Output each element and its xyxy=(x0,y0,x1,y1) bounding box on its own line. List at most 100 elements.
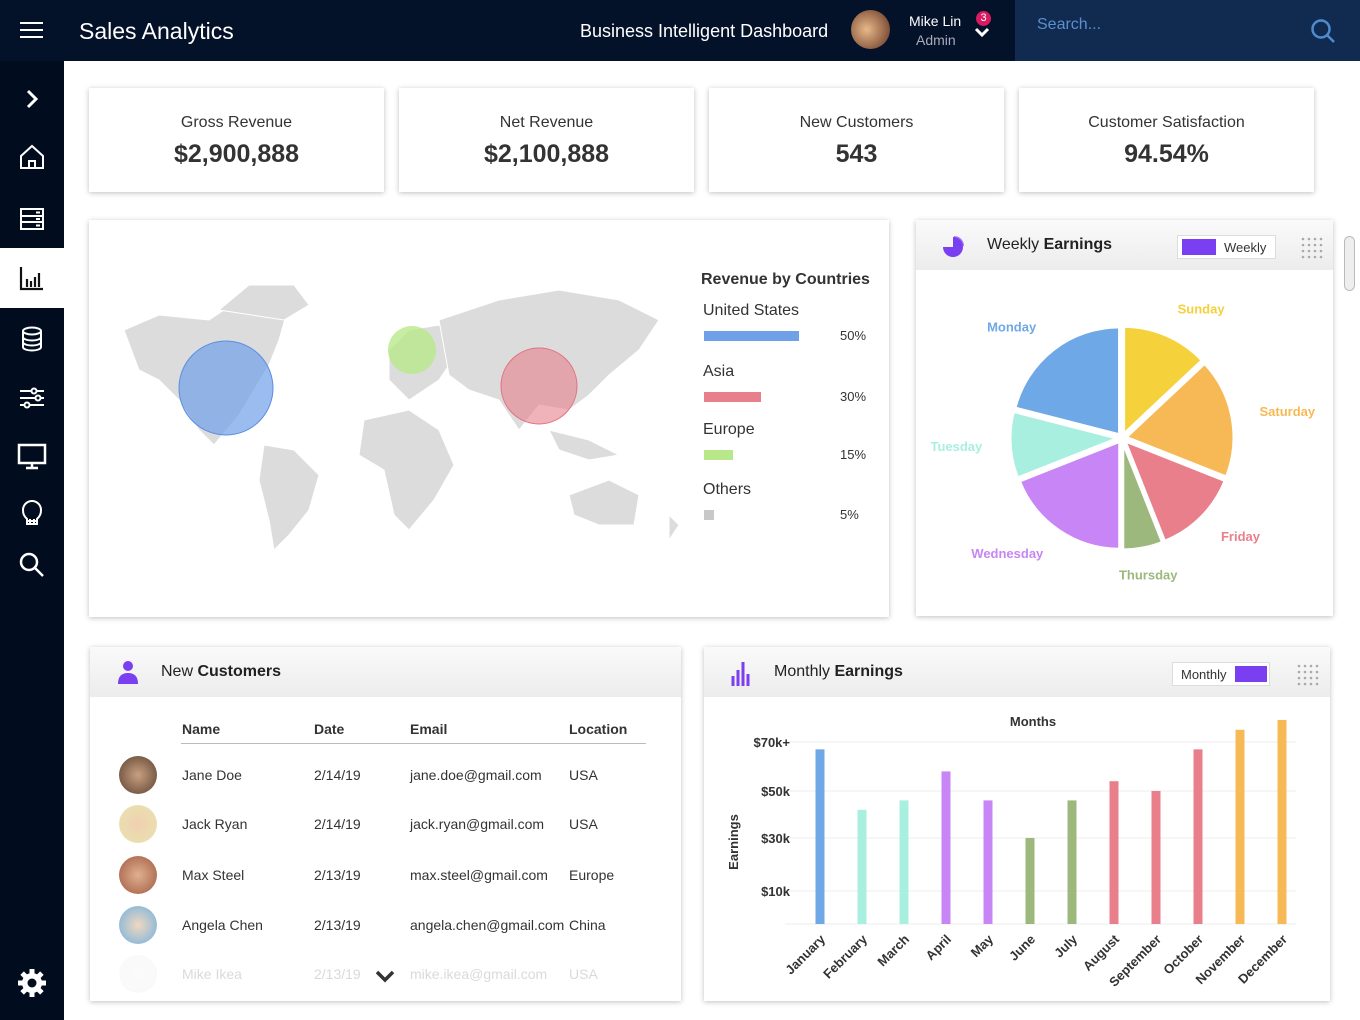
bar-march[interactable] xyxy=(899,800,909,924)
legend-item-name: Others xyxy=(703,481,752,498)
grid-menu-icon[interactable] xyxy=(1301,237,1323,259)
weekly-earnings-card: Weekly Earnings Weekly Sunday Saturday Fri… xyxy=(916,220,1333,616)
search-input[interactable] xyxy=(1037,16,1287,34)
avatar xyxy=(119,856,157,894)
kpi-value: $2,100,888 xyxy=(483,140,610,168)
monthly-bar-chart: MonthsEarnings$10k$30k$50k$70k+JanuaryFe… xyxy=(726,714,1296,990)
map-bubble-europe[interactable] xyxy=(388,326,436,374)
kpi-gross-revenue: Gross Revenue $2,900,888 xyxy=(89,88,384,192)
legend-bar xyxy=(704,450,733,460)
sliders-icon[interactable] xyxy=(0,368,64,428)
database-icon[interactable] xyxy=(0,309,64,369)
server-icon[interactable] xyxy=(0,189,64,249)
legend-percent: 5% xyxy=(840,507,859,522)
bar-january[interactable] xyxy=(815,749,825,924)
avatar xyxy=(119,906,157,944)
pie-label: Sunday xyxy=(1178,302,1226,317)
revenue-map-card: Revenue by Countries United States 50% As… xyxy=(89,220,889,617)
gear-icon[interactable] xyxy=(0,953,64,1013)
bar-june[interactable] xyxy=(1025,838,1035,924)
bar-may[interactable] xyxy=(983,800,993,924)
column-header[interactable]: Name xyxy=(182,721,220,737)
avatar xyxy=(119,955,157,993)
y-tick-label: $70k+ xyxy=(753,735,790,750)
x-tick-label: May xyxy=(968,931,997,960)
y-tick-label: $50k xyxy=(761,784,791,799)
scroll-down-chevron-icon[interactable] xyxy=(375,968,395,984)
column-header[interactable]: Location xyxy=(569,721,627,737)
chart-title: Months xyxy=(1010,714,1056,729)
cell-name: Angela Chen xyxy=(182,917,263,933)
cell-location: China xyxy=(569,917,606,933)
x-tick-label: March xyxy=(874,931,912,969)
kpi-value: 94.54% xyxy=(1124,140,1209,168)
pie-label: Friday xyxy=(1221,529,1261,544)
column-header[interactable]: Date xyxy=(314,721,344,737)
pie-label: Wednesday xyxy=(971,546,1044,561)
bar-february[interactable] xyxy=(857,809,867,924)
search-icon[interactable] xyxy=(0,535,64,595)
cell-date: 2/13/19 xyxy=(314,867,361,883)
x-tick-label: June xyxy=(1006,932,1038,964)
kpi-label: New Customers xyxy=(799,114,914,131)
bar-july[interactable] xyxy=(1067,800,1077,924)
cell-date: 2/13/19 xyxy=(314,966,361,982)
scrollbar[interactable] xyxy=(1344,236,1355,291)
monitor-icon[interactable] xyxy=(0,427,64,487)
card-title: New Customers xyxy=(161,663,282,680)
search-icon[interactable] xyxy=(1310,18,1336,44)
legend-bar xyxy=(704,331,799,341)
bar-november[interactable] xyxy=(1235,729,1245,924)
cell-email: jack.ryan@gmail.com xyxy=(410,816,545,832)
expand-chevron-icon[interactable] xyxy=(0,69,64,129)
cell-email: angela.chen@gmail.com xyxy=(410,917,565,933)
card-title: Monthly Earnings xyxy=(774,663,903,680)
legend-bar xyxy=(704,392,761,402)
card-title: Weekly Earnings xyxy=(987,236,1113,253)
map-bubble-united-states[interactable] xyxy=(178,340,274,436)
user-role: Admin xyxy=(916,32,956,48)
kpi-label: Gross Revenue xyxy=(180,114,293,131)
map-bubble-asia[interactable] xyxy=(500,347,578,425)
grid-menu-icon[interactable] xyxy=(1297,664,1319,686)
cell-location: USA xyxy=(569,966,598,982)
user-avatar[interactable] xyxy=(851,10,890,49)
chevron-down-icon[interactable] xyxy=(974,26,990,38)
user-icon xyxy=(118,661,138,684)
weekly-toggle[interactable]: Weekly xyxy=(1177,235,1276,259)
legend-title: Revenue by Countries xyxy=(701,271,870,288)
analytics-icon[interactable] xyxy=(0,248,64,308)
dashboard-subtitle: Business Intelligent Dashboard xyxy=(580,21,829,41)
column-header[interactable]: Email xyxy=(410,721,447,737)
sidebar xyxy=(0,61,64,1020)
cell-date: 2/14/19 xyxy=(314,816,361,832)
kpi-value: 543 xyxy=(835,140,878,168)
weekly-pie-chart: Sunday Saturday Friday Thursday Wednesday Tue… xyxy=(930,302,1316,583)
cell-date: 2/13/19 xyxy=(314,917,361,933)
bar-december[interactable] xyxy=(1277,719,1287,924)
menu-icon[interactable] xyxy=(20,22,43,38)
bar-september[interactable] xyxy=(1151,791,1161,924)
bar-chart-icon xyxy=(731,662,750,686)
kpi-net-revenue: Net Revenue $2,100,888 xyxy=(399,88,694,192)
pie-label: Saturday xyxy=(1260,404,1316,419)
bar-august[interactable] xyxy=(1109,781,1119,924)
legend-percent: 15% xyxy=(840,447,867,462)
cell-date: 2/14/19 xyxy=(314,767,361,783)
cell-email: mike.ikea@gmail.com xyxy=(410,966,548,982)
monthly-toggle[interactable]: Monthly xyxy=(1172,662,1270,686)
y-tick-label: $30k xyxy=(761,831,791,846)
user-name: Mike Lin xyxy=(909,13,962,29)
cell-email: max.steel@gmail.com xyxy=(410,867,548,883)
home-icon[interactable] xyxy=(0,127,64,187)
notification-badge[interactable]: 3 xyxy=(976,11,991,26)
world-map xyxy=(123,284,680,552)
avatar xyxy=(119,756,157,794)
bar-october[interactable] xyxy=(1193,749,1203,924)
search-bar[interactable] xyxy=(1015,0,1360,61)
y-tick-label: $10k xyxy=(761,884,791,899)
bar-april[interactable] xyxy=(941,771,951,924)
header-divider xyxy=(181,743,646,744)
cell-name: Max Steel xyxy=(182,867,245,883)
cell-name: Jack Ryan xyxy=(182,816,248,832)
